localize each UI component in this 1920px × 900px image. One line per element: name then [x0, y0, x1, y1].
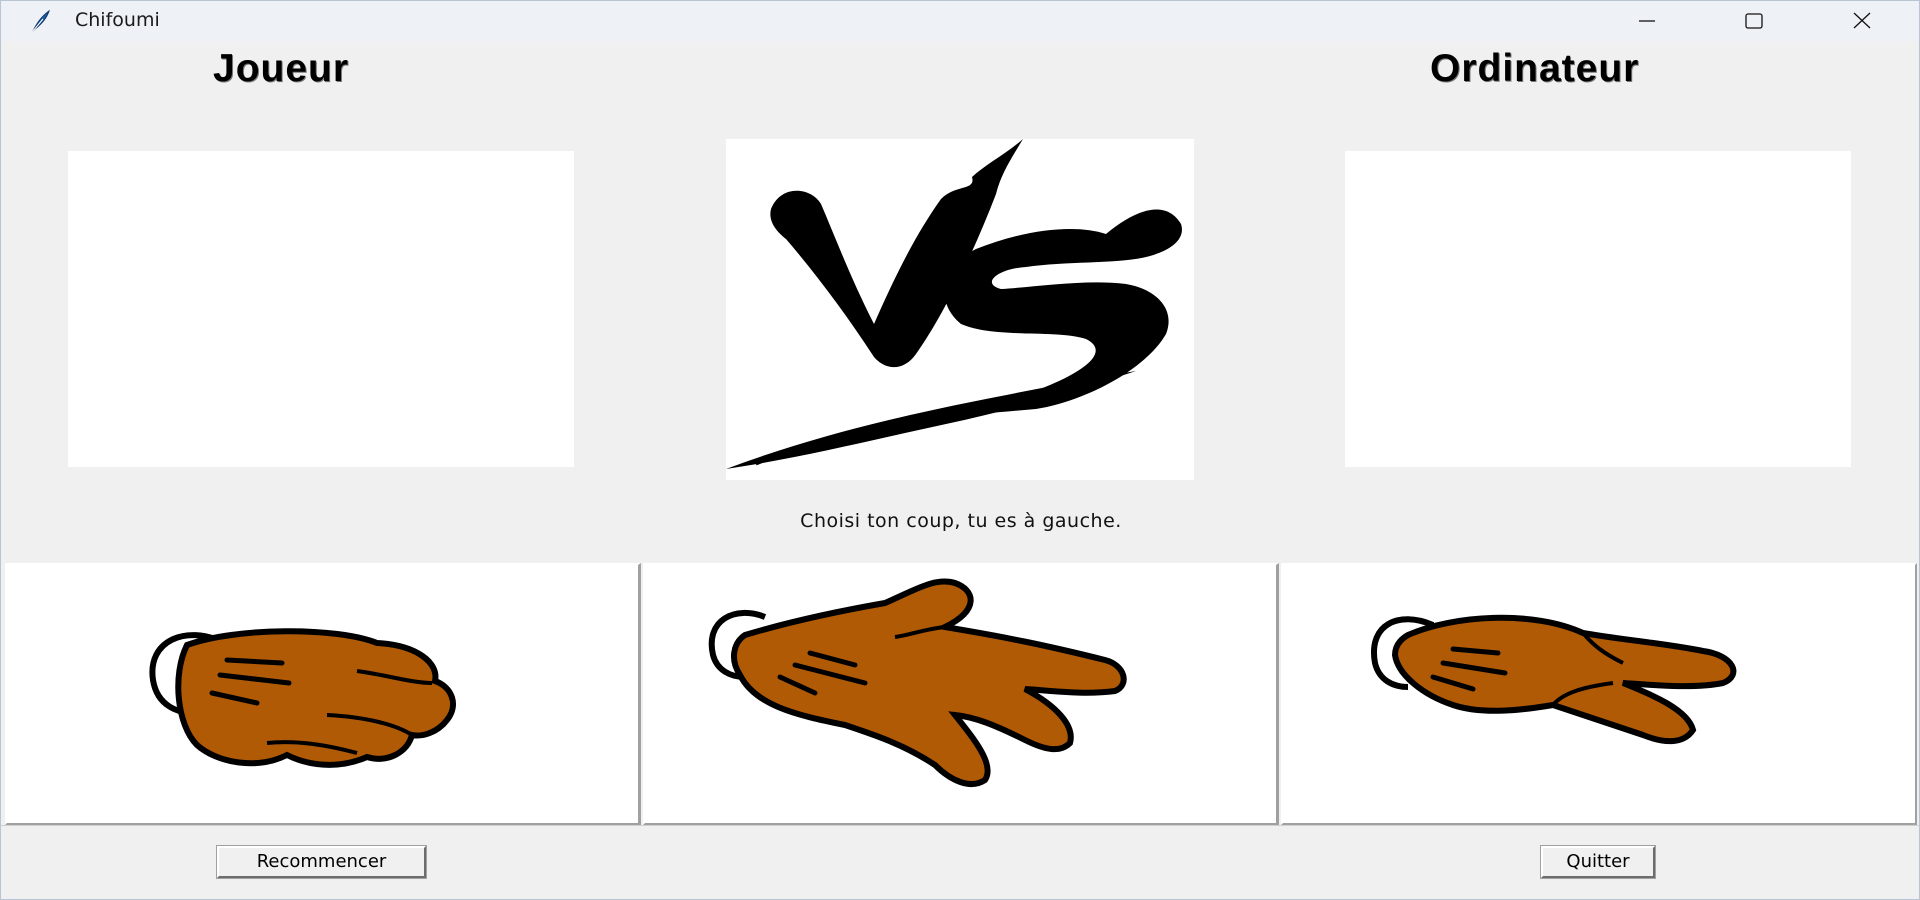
- maximize-icon[interactable]: [1717, 1, 1789, 41]
- feather-icon: [29, 9, 53, 33]
- computer-choice-display: [1345, 151, 1851, 467]
- player-heading: Joueur: [213, 47, 350, 90]
- window-title: Chifoumi: [75, 9, 160, 31]
- scissors-button[interactable]: [1281, 563, 1917, 825]
- close-icon[interactable]: [1825, 1, 1897, 41]
- paper-button[interactable]: [643, 563, 1279, 825]
- app-window: Chifoumi Joueur Ordinateur Choisi ton co…: [0, 0, 1920, 900]
- minimize-icon[interactable]: [1609, 1, 1681, 41]
- player-choice-display: [68, 151, 574, 467]
- status-label: Choisi ton coup, tu es à gauche.: [800, 510, 1122, 532]
- title-bar: Chifoumi: [1, 1, 1919, 41]
- quit-button[interactable]: Quitter: [1540, 845, 1656, 879]
- restart-button[interactable]: Recommencer: [216, 845, 427, 879]
- computer-heading: Ordinateur: [1430, 47, 1640, 90]
- rock-button[interactable]: [5, 563, 641, 825]
- vs-image: [726, 139, 1194, 480]
- bottom-divider: [1, 825, 1919, 826]
